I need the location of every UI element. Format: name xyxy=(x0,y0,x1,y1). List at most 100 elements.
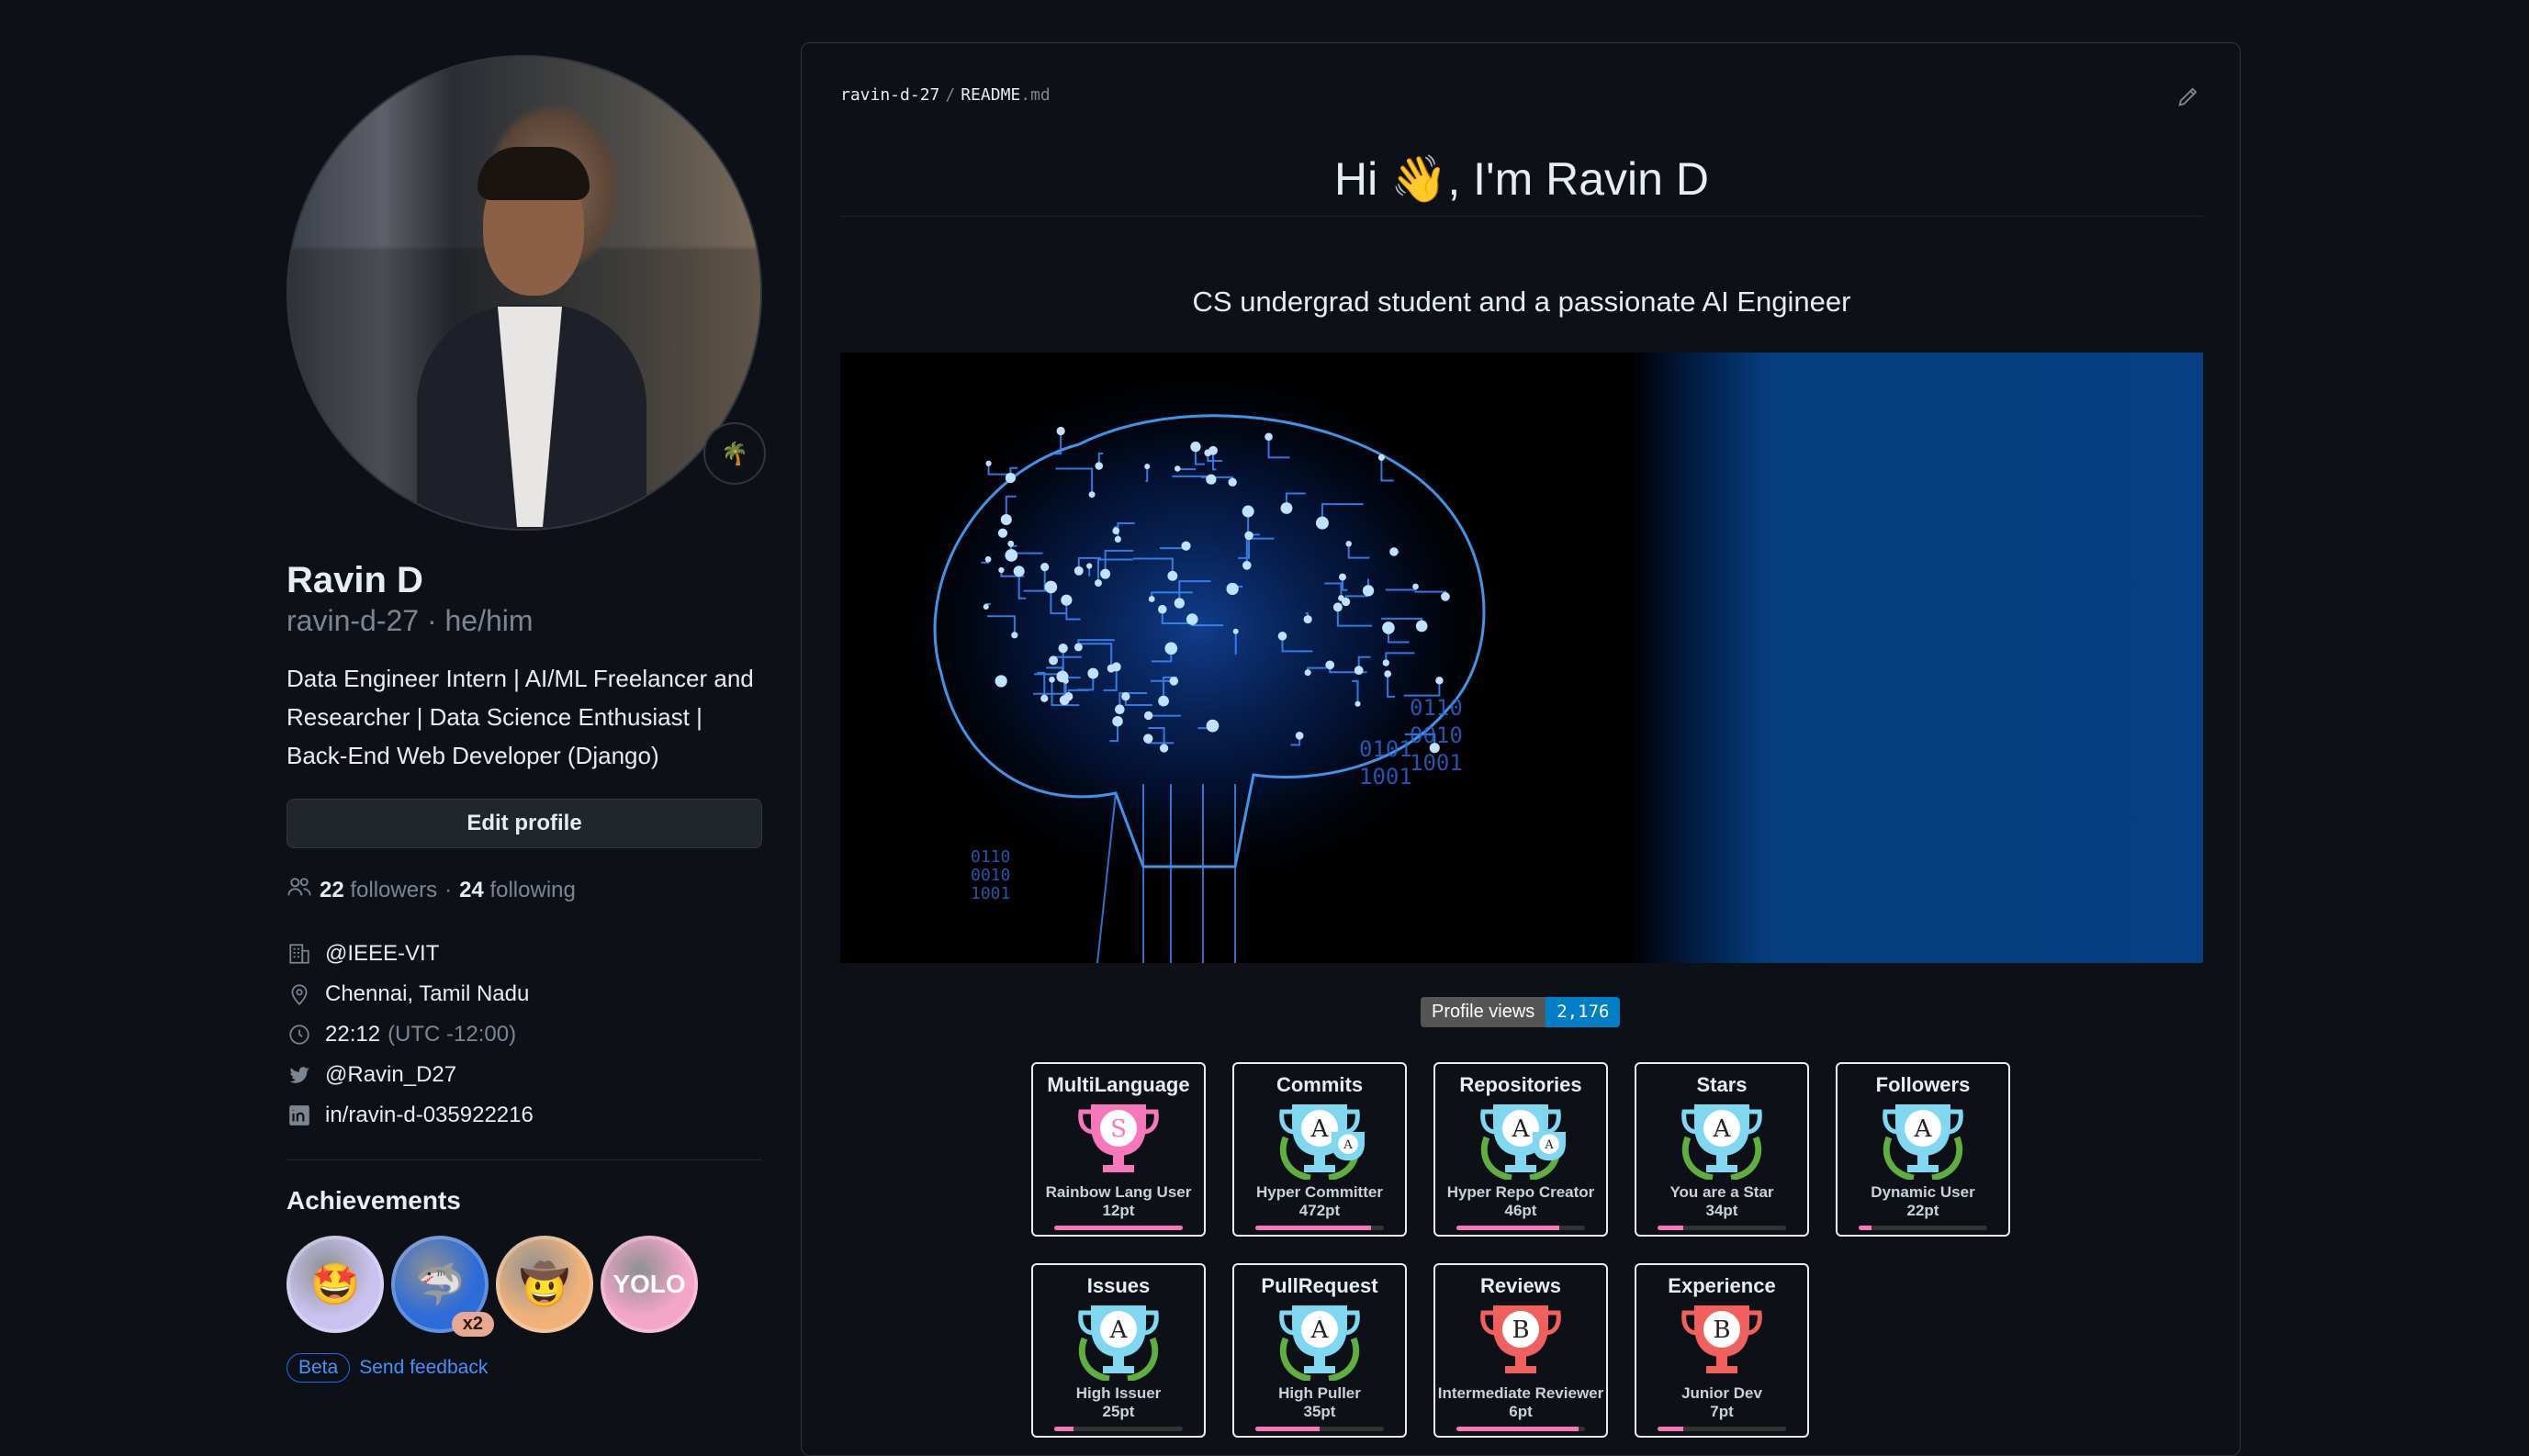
readme-path: ravin-d-27/README.md xyxy=(840,85,1051,105)
trophy-rank-label: You are a Star xyxy=(1669,1183,1774,1201)
beta-label: Beta xyxy=(287,1353,351,1383)
org-link[interactable]: @IEEE-VIT xyxy=(325,941,439,967)
trophy-title: Repositories xyxy=(1459,1073,1582,1096)
follow-separator: · xyxy=(444,877,453,902)
readme-path-file[interactable]: README xyxy=(961,85,1020,105)
followers-link[interactable]: 22 followers xyxy=(320,878,437,903)
achievements-heading: Achievements xyxy=(287,1186,461,1215)
svg-text:0010: 0010 xyxy=(1410,722,1463,748)
svg-text:1001: 1001 xyxy=(1359,764,1412,790)
achievement-badge-starstruck[interactable]: 🤩 xyxy=(287,1236,384,1333)
svg-text:A: A xyxy=(1310,1316,1330,1344)
org-row: @IEEE-VIT xyxy=(287,934,762,974)
trophy-rank-label: Dynamic User xyxy=(1871,1183,1975,1201)
svg-text:A: A xyxy=(1310,1115,1330,1143)
trophy-issues: Issues A High Issuer 25pt xyxy=(1031,1263,1206,1438)
trophy-multilanguage: MultiLanguage S Rainbow Lang User 12pt xyxy=(1031,1062,1206,1237)
location-pin-icon xyxy=(287,981,312,1007)
svg-text:0101: 0101 xyxy=(1359,736,1412,762)
linkedin-link[interactable]: in/ravin-d-035922216 xyxy=(325,1103,534,1128)
svg-text:B: B xyxy=(1512,1316,1529,1344)
trophy-title: Followers xyxy=(1875,1073,1971,1096)
svg-text:A: A xyxy=(1109,1316,1129,1344)
trophy-title: Experience xyxy=(1668,1274,1776,1297)
achievement-badge-pull-shark[interactable]: 🦈 x2 xyxy=(391,1236,494,1337)
trophy-cup-icon: A xyxy=(1872,1101,1973,1182)
location-row: Chennai, Tamil Nadu xyxy=(287,974,762,1014)
trophy-title: Stars xyxy=(1696,1073,1748,1096)
trophy-progress-bar xyxy=(1859,1226,1987,1230)
follow-stats: 22 followers · 24 following xyxy=(287,874,762,906)
trophy-cup-icon: A xyxy=(1269,1302,1370,1383)
trophy-stars: Stars A You are a Star 34pt xyxy=(1635,1062,1809,1237)
profile-details: @IEEE-VIT Chennai, Tamil Nadu 22:12 (UTC… xyxy=(287,934,762,1136)
svg-text:A: A xyxy=(1343,1138,1353,1152)
svg-text:A: A xyxy=(1544,1138,1554,1152)
people-icon xyxy=(287,874,312,906)
svg-text:A: A xyxy=(1512,1115,1531,1143)
trophy-cup-icon: AA xyxy=(1269,1101,1370,1182)
achievement-badge-pair-extraordinaire[interactable]: 🤠 xyxy=(496,1236,593,1333)
section-divider xyxy=(287,1159,762,1160)
following-link[interactable]: 24 following xyxy=(459,878,576,903)
trophy-rank-label: High Issuer xyxy=(1075,1384,1162,1402)
readme-subtitle: CS undergrad student and a passionate AI… xyxy=(1192,286,1851,318)
trophy-points: 22pt xyxy=(1906,1202,1939,1219)
svg-text:B: B xyxy=(1713,1316,1730,1344)
trophy-title: MultiLanguage xyxy=(1047,1073,1190,1096)
trophy-title: Commits xyxy=(1276,1073,1364,1096)
trophy-rank-label: High Puller xyxy=(1278,1384,1361,1402)
trophy-rank-label: Rainbow Lang User xyxy=(1045,1183,1192,1201)
readme-path-user[interactable]: ravin-d-27 xyxy=(840,85,939,105)
trophy-experience: Experience B Junior Dev 7pt xyxy=(1635,1263,1809,1438)
twitter-row: @Ravin_D27 xyxy=(287,1055,762,1095)
clock-icon xyxy=(287,1022,312,1047)
trophy-points: 6pt xyxy=(1509,1403,1533,1420)
organization-icon xyxy=(287,941,312,967)
profile-views-count: 2,176 xyxy=(1546,997,1621,1027)
trophy-rank-label: Junior Dev xyxy=(1681,1384,1762,1402)
badge-count: x2 xyxy=(451,1312,494,1337)
svg-text:0110: 0110 xyxy=(971,847,1010,867)
edit-readme-pencil-icon[interactable] xyxy=(2175,84,2203,111)
beta-row: Beta Send feedback xyxy=(287,1353,762,1383)
achievement-badge-yolo[interactable]: YOLO xyxy=(601,1236,698,1333)
trophy-title: Issues xyxy=(1086,1274,1151,1297)
trophy-progress-bar xyxy=(1054,1226,1183,1230)
svg-text:A: A xyxy=(1914,1115,1933,1143)
status-emoji-button[interactable]: 🌴 xyxy=(703,422,766,485)
readme-heading: Hi 👋, I'm Ravin D xyxy=(840,142,2203,217)
profile-views-badge: Profile views 2,176 xyxy=(1421,997,1621,1027)
timezone: (UTC -12:00) xyxy=(388,1022,517,1047)
twitter-link[interactable]: @Ravin_D27 xyxy=(325,1062,456,1088)
profile-name: Ravin D xyxy=(287,560,423,600)
trophy-points: 46pt xyxy=(1504,1202,1537,1219)
trophy-title: Reviews xyxy=(1479,1274,1562,1297)
ai-brain-banner-image: 0110 0010 1001 0101 1001 0110 0010 1001 … xyxy=(840,353,2203,963)
svg-text:0010: 0010 xyxy=(971,866,1010,885)
svg-text:1001: 1001 xyxy=(971,884,1010,903)
edit-profile-button[interactable]: Edit profile xyxy=(287,799,762,848)
trophy-cup-icon: AA xyxy=(1470,1101,1571,1182)
profile-views-label: Profile views xyxy=(1421,997,1546,1027)
trophy-title: PullRequest xyxy=(1261,1274,1378,1297)
svg-text:A: A xyxy=(1713,1115,1732,1143)
trophy-points: 7pt xyxy=(1710,1403,1734,1420)
trophy-points: 12pt xyxy=(1102,1202,1135,1219)
trophy-progress-bar xyxy=(1456,1226,1585,1230)
trophy-points: 35pt xyxy=(1303,1403,1336,1420)
trophy-followers: Followers A Dynamic User 22pt xyxy=(1836,1062,2010,1237)
send-feedback-link[interactable]: Send feedback xyxy=(359,1357,488,1379)
trophy-cup-icon: A xyxy=(1068,1302,1169,1383)
trophy-repositories: Repositories AA Hyper Repo Creator 46pt xyxy=(1433,1062,1608,1237)
readme-card: ravin-d-27/README.md Hi 👋, I'm Ravin D C… xyxy=(801,42,2241,1456)
profile-avatar[interactable]: 🌴 xyxy=(287,55,766,531)
time-row: 22:12 (UTC -12:00) xyxy=(287,1014,762,1055)
location-text: Chennai, Tamil Nadu xyxy=(325,981,530,1006)
twitter-icon xyxy=(287,1062,312,1088)
trophy-reviews: Reviews B Intermediate Reviewer 6pt xyxy=(1433,1263,1608,1438)
trophy-rank-label: Hyper Repo Creator xyxy=(1446,1183,1595,1201)
profile-bio: Data Engineer Intern | AI/ML Freelancer … xyxy=(287,665,754,769)
trophy-cup-icon: A xyxy=(1671,1101,1772,1182)
local-time: 22:12 xyxy=(325,1022,381,1047)
